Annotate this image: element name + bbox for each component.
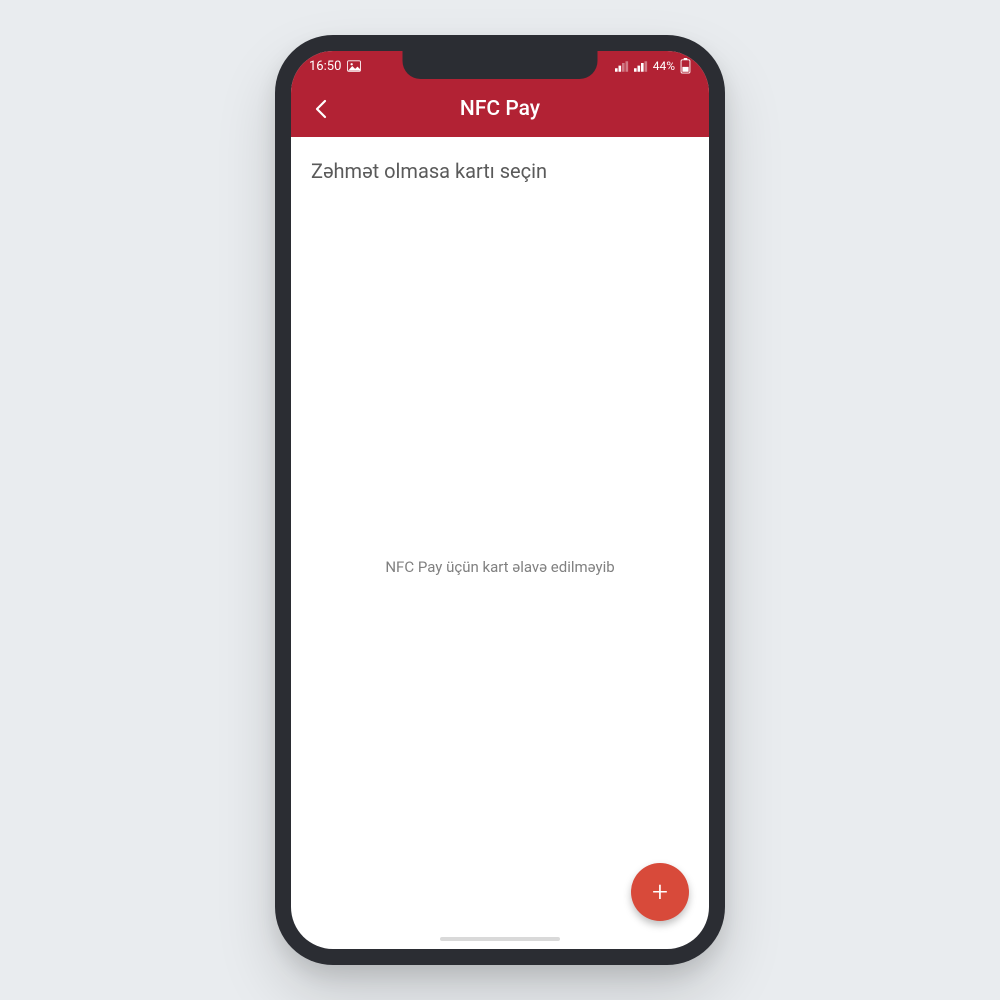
image-icon [347,60,361,72]
status-time: 16:50 [309,59,341,74]
page-title: NFC Pay [460,97,540,121]
status-bar-right: 44% [615,58,691,74]
phone-frame: 16:50 [275,35,725,965]
plus-icon: + [652,878,668,906]
add-card-button[interactable]: + [631,863,689,921]
content-subtitle: Zəhmət olmasa kartı seçin [311,159,689,183]
content-area: Zəhmət olmasa kartı seçin NFC Pay üçün k… [291,137,709,949]
back-button[interactable] [303,91,339,127]
status-bar-left: 16:50 [309,59,361,74]
battery-percent: 44% [653,59,675,73]
signal-icon [615,61,629,72]
battery-icon [680,58,691,74]
home-indicator [440,937,560,941]
app-bar: NFC Pay [291,81,709,137]
phone-screen: 16:50 [291,51,709,949]
signal-icon-2 [634,61,648,72]
phone-notch [403,51,598,79]
empty-state-message: NFC Pay üçün kart əlavə edilməyib [291,558,709,576]
chevron-left-icon [315,99,327,119]
